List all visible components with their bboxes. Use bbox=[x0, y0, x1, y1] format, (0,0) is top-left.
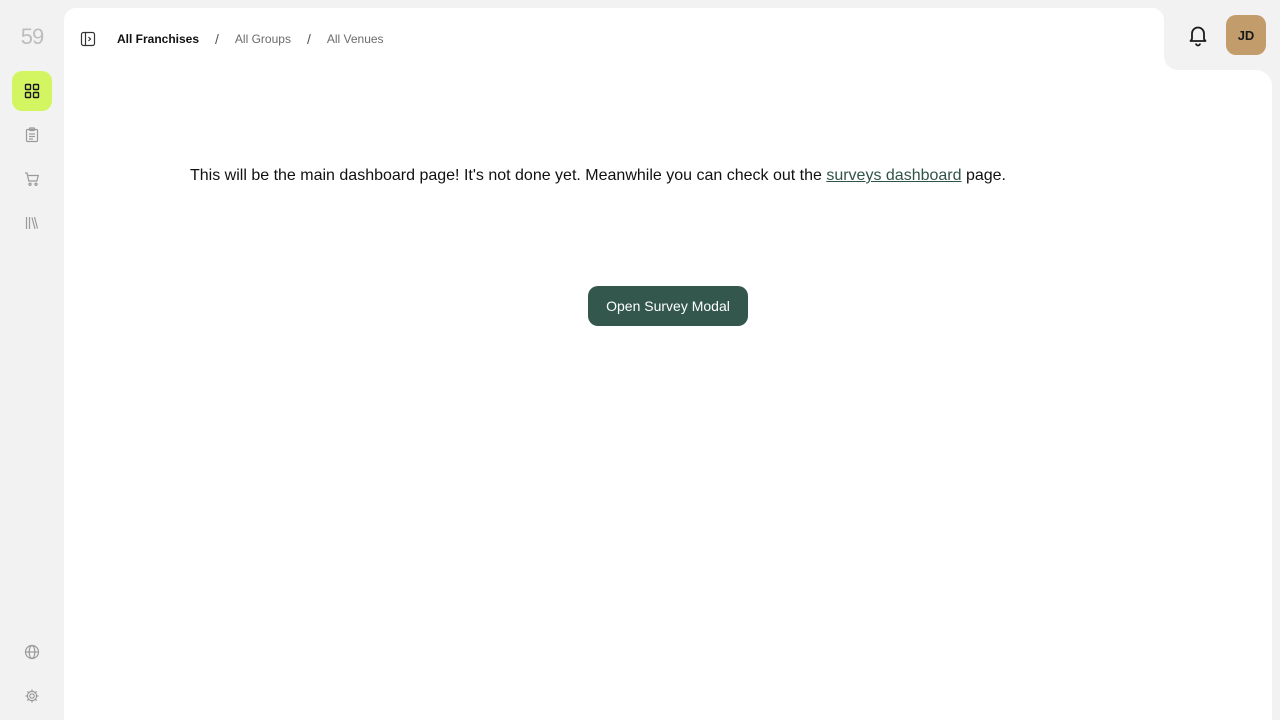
globe-icon bbox=[24, 644, 40, 660]
gear-icon bbox=[25, 689, 39, 703]
sidebar-item-dashboard[interactable] bbox=[12, 71, 52, 111]
dashboard-icon bbox=[24, 83, 40, 99]
library-icon bbox=[25, 216, 39, 230]
bell-icon bbox=[1189, 26, 1207, 47]
sidebar-item-library[interactable] bbox=[12, 203, 52, 243]
surveys-dashboard-link[interactable]: surveys dashboard bbox=[826, 167, 961, 184]
breadcrumb-all-venues[interactable]: All Venues bbox=[327, 32, 384, 46]
panel-corner bbox=[1164, 56, 1188, 70]
sidebar-item-orders[interactable] bbox=[12, 159, 52, 199]
sidebar-toggle-icon bbox=[80, 31, 96, 47]
intro-text-before: This will be the main dashboard page! It… bbox=[190, 167, 827, 184]
sidebar-item-surveys[interactable] bbox=[12, 115, 52, 155]
dashboard-intro-text: This will be the main dashboard page! It… bbox=[190, 167, 1006, 185]
app-logo: 59 bbox=[20, 24, 44, 49]
open-survey-modal-button[interactable]: Open Survey Modal bbox=[588, 286, 748, 326]
sidebar: 59 bbox=[0, 0, 64, 720]
breadcrumb-separator: / bbox=[306, 31, 311, 47]
intro-text-after: page. bbox=[961, 167, 1006, 184]
breadcrumb-all-groups[interactable]: All Groups bbox=[235, 32, 291, 46]
breadcrumb-all-franchises[interactable]: All Franchises bbox=[117, 32, 199, 46]
clipboard-icon bbox=[25, 127, 39, 143]
user-avatar[interactable]: JD bbox=[1226, 15, 1266, 55]
settings-button[interactable] bbox=[12, 676, 52, 716]
breadcrumb: All Franchises / All Groups / All Venues bbox=[117, 31, 384, 47]
cart-icon bbox=[25, 172, 40, 186]
breadcrumb-separator: / bbox=[215, 31, 219, 47]
sidebar-toggle-button[interactable] bbox=[80, 31, 96, 47]
language-button[interactable] bbox=[12, 632, 52, 672]
notifications-button[interactable] bbox=[1186, 23, 1210, 47]
